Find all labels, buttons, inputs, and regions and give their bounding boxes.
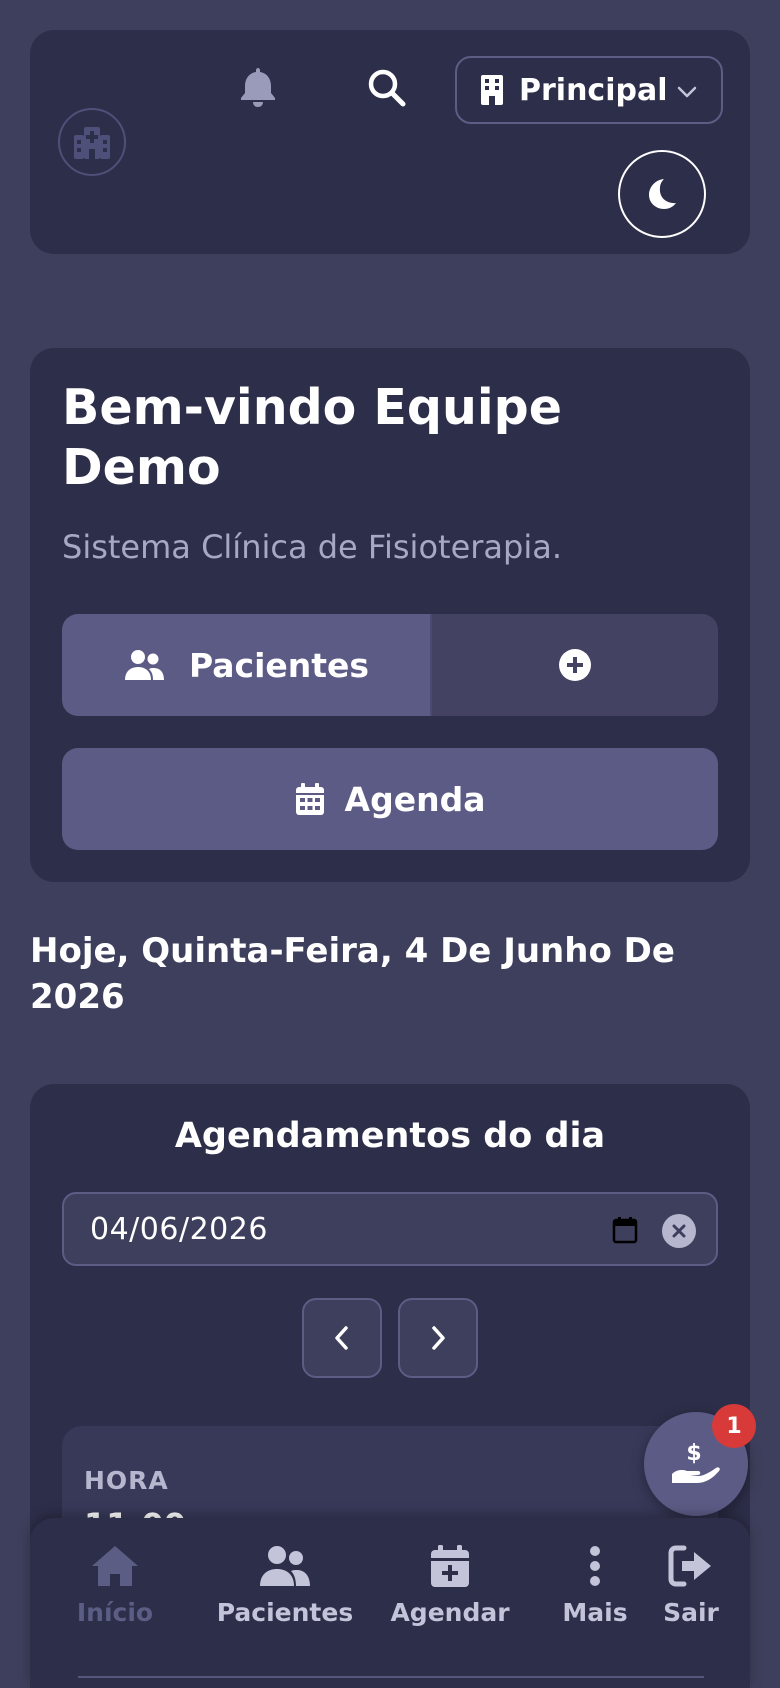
welcome-subtitle: Sistema Clínica de Fisioterapia. bbox=[62, 528, 562, 566]
unit-selector-label: Principal bbox=[519, 72, 668, 108]
chevron-down-icon bbox=[677, 86, 697, 98]
nav-item-home[interactable]: Início bbox=[60, 1544, 170, 1627]
nav-item-label: Mais bbox=[562, 1598, 628, 1627]
divider bbox=[78, 1676, 704, 1678]
hospital-icon bbox=[74, 127, 110, 159]
appointments-date-value: 04/06/2026 bbox=[90, 1211, 268, 1247]
bell-icon bbox=[241, 68, 275, 107]
nav-item-patients[interactable]: Pacientes bbox=[190, 1544, 380, 1627]
theme-toggle-button[interactable] bbox=[618, 150, 706, 238]
search-button[interactable] bbox=[365, 66, 411, 112]
appointments-title: Agendamentos do dia bbox=[174, 1116, 606, 1156]
agenda-button[interactable]: Agenda bbox=[62, 748, 718, 850]
close-icon bbox=[672, 1224, 686, 1238]
date-picker-icon[interactable] bbox=[612, 1216, 638, 1244]
previous-day-button[interactable] bbox=[302, 1298, 382, 1378]
nav-item-label: Pacientes bbox=[216, 1598, 354, 1627]
chevron-right-icon bbox=[432, 1326, 445, 1350]
building-icon bbox=[481, 75, 503, 105]
calendar-icon bbox=[295, 783, 324, 815]
agenda-button-label: Agenda bbox=[344, 779, 486, 819]
clinic-logo[interactable] bbox=[58, 108, 126, 176]
calendar-plus-icon bbox=[431, 1545, 469, 1587]
nav-item-label: Início bbox=[76, 1598, 154, 1627]
nav-item-more[interactable]: Mais bbox=[540, 1544, 650, 1627]
header-card: Principal bbox=[30, 30, 750, 254]
ellipsis-vertical-icon bbox=[590, 1546, 600, 1586]
svg-text:$: $ bbox=[686, 1441, 701, 1466]
nav-item-label: Agendar bbox=[390, 1598, 510, 1627]
notifications-button[interactable] bbox=[235, 64, 281, 110]
patients-button[interactable]: Pacientes bbox=[62, 614, 432, 716]
patients-button-group: Pacientes bbox=[62, 614, 718, 716]
next-day-button[interactable] bbox=[398, 1298, 478, 1378]
today-heading: Hoje, Quinta-Feira, 4 De Junho De 2026 bbox=[30, 931, 675, 1017]
moon-icon bbox=[649, 179, 676, 209]
welcome-card: Bem-vindo Equipe Demo Sistema Clínica de… bbox=[30, 348, 750, 882]
search-icon bbox=[368, 69, 406, 107]
clear-date-button[interactable] bbox=[662, 1214, 696, 1248]
add-patient-button[interactable] bbox=[432, 614, 718, 716]
appointments-date-input[interactable]: 04/06/2026 bbox=[62, 1192, 718, 1266]
patients-button-label: Pacientes bbox=[188, 645, 370, 685]
chevron-left-icon bbox=[335, 1326, 348, 1350]
plus-circle-icon bbox=[559, 649, 591, 681]
unit-selector[interactable]: Principal bbox=[455, 56, 723, 124]
appointment-time-label: HORA bbox=[84, 1466, 169, 1495]
finance-notification-badge: 1 bbox=[712, 1404, 756, 1448]
sign-out-icon bbox=[668, 1545, 711, 1587]
users-icon bbox=[260, 1546, 310, 1586]
home-icon bbox=[92, 1546, 138, 1586]
welcome-title: Bem-vindo Equipe Demo bbox=[62, 379, 562, 496]
nav-item-schedule[interactable]: Agendar bbox=[360, 1544, 540, 1627]
nav-item-label: Sair bbox=[663, 1598, 719, 1627]
bottom-navigation: Início Pacientes Agendar Mais Sair bbox=[30, 1518, 750, 1688]
users-icon bbox=[124, 650, 164, 680]
nav-item-exit[interactable]: Sair bbox=[646, 1544, 736, 1627]
hand-money-icon: $ bbox=[672, 1441, 720, 1483]
